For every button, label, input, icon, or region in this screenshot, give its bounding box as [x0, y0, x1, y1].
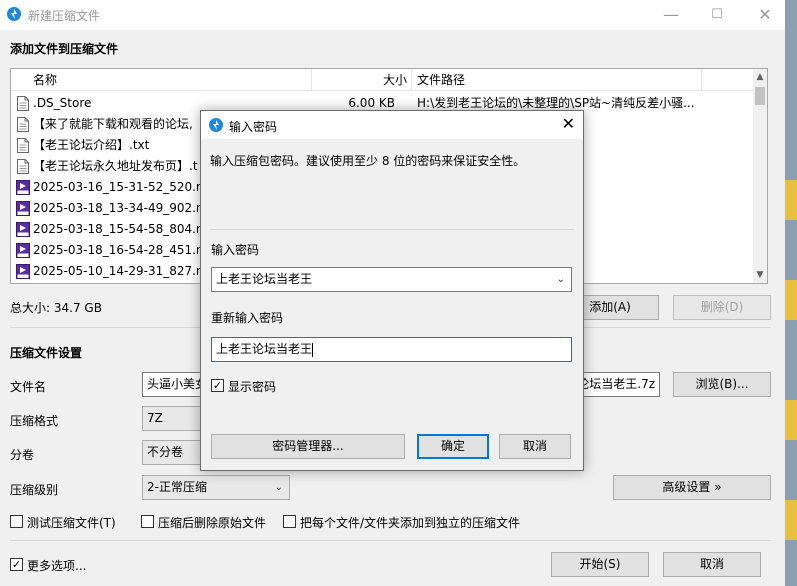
divider: [10, 540, 771, 541]
format-value: 7Z: [147, 411, 163, 425]
document-icon: [17, 138, 29, 153]
text-cursor: [312, 342, 314, 357]
dialog-title-bar: 输入密码 ✕: [201, 111, 583, 139]
scroll-up-icon[interactable]: ▲: [753, 69, 767, 85]
divider: [210, 229, 574, 230]
level-label: 压缩级别: [10, 483, 59, 497]
window-title: 新建压缩文件: [28, 9, 101, 23]
file-name: .DS_Store: [33, 96, 92, 110]
file-list-header: 名称 大小 文件路径: [11, 69, 755, 91]
level-value: 2-正常压缩: [147, 480, 207, 494]
file-name: 2025-03-18_13-34-49_902.mp: [33, 201, 216, 215]
column-path[interactable]: 文件路径: [417, 69, 465, 91]
more-options-checkbox[interactable]: ✓: [10, 558, 23, 571]
repeat-password-input[interactable]: 上老王论坛当老王: [211, 337, 572, 362]
settings-section-title: 压缩文件设置: [10, 346, 83, 360]
file-name: 2025-03-16_15-31-52_520.mp: [33, 180, 216, 194]
each-separate-label[interactable]: 把每个文件/文件夹添加到独立的压缩文件: [300, 514, 520, 531]
password-input[interactable]: 上老王论坛当老王 ⌄: [211, 267, 572, 292]
test-archive-checkbox[interactable]: [10, 515, 23, 528]
video-icon: [16, 264, 30, 279]
show-password-label[interactable]: 显示密码: [228, 378, 276, 395]
background-window-strip: [785, 0, 797, 586]
dialog-close-icon[interactable]: ✕: [562, 114, 575, 133]
ok-button[interactable]: 确定: [417, 434, 489, 459]
document-icon: [17, 159, 29, 174]
document-icon: [17, 96, 29, 111]
filename-label: 文件名: [10, 380, 47, 394]
show-password-checkbox[interactable]: ✓: [211, 379, 224, 392]
file-name: 【老王论坛永久地址发布页】.t: [33, 159, 198, 173]
file-name: 2025-05-10_14-29-31_827.mp: [33, 264, 216, 278]
dialog-info-text: 输入压缩包密码。建议使用至少 8 位的密码来保证安全性。: [210, 154, 526, 168]
delete-after-label[interactable]: 压缩后删除原始文件: [158, 514, 266, 531]
each-separate-checkbox[interactable]: [283, 515, 296, 528]
close-button[interactable]: ✕: [742, 0, 788, 30]
files-section-title: 添加文件到压缩文件: [10, 42, 119, 56]
video-icon: [16, 201, 30, 216]
cancel-button[interactable]: 取消: [663, 552, 761, 577]
split-value: 不分卷: [147, 445, 184, 459]
file-list-scrollbar[interactable]: ▲ ▼: [753, 69, 767, 283]
more-options-label[interactable]: 更多选项...: [27, 557, 86, 574]
file-name: 【来了就能下载和观看的论坛,: [33, 117, 193, 131]
app-icon: [7, 7, 21, 21]
video-icon: [16, 180, 30, 195]
filename-value: 头逼小美女: [147, 377, 208, 391]
file-name: 【老王论坛介绍】.txt: [33, 138, 150, 152]
level-select[interactable]: 2-正常压缩 ⌄: [142, 475, 290, 500]
dialog-info-panel: 输入压缩包密码。建议使用至少 8 位的密码来保证安全性。: [201, 139, 583, 211]
column-size[interactable]: 大小: [383, 69, 407, 91]
password-label: 输入密码: [211, 243, 260, 257]
dialog-title: 输入密码: [229, 120, 278, 134]
browse-button[interactable]: 浏览(B)...: [673, 372, 771, 397]
column-name[interactable]: 名称: [33, 69, 57, 91]
split-label: 分卷: [10, 448, 35, 462]
repeat-password-label: 重新输入密码: [211, 311, 284, 325]
title-bar: 新建压缩文件 — ☐ ✕: [0, 0, 797, 30]
delete-button[interactable]: 删除(D): [673, 295, 771, 320]
file-name: 2025-03-18_16-54-28_451.mp: [33, 243, 216, 257]
password-value: 上老王论坛当老王: [216, 272, 313, 286]
video-icon: [16, 243, 30, 258]
chevron-down-icon: ⌄: [274, 482, 283, 493]
dialog-cancel-button[interactable]: 取消: [499, 434, 571, 459]
delete-after-checkbox[interactable]: [141, 515, 154, 528]
scroll-thumb[interactable]: [755, 87, 765, 105]
video-icon: [16, 222, 30, 237]
app-icon: [209, 118, 223, 132]
total-size: 总大小: 34.7 GB: [10, 301, 102, 315]
format-label: 压缩格式: [10, 414, 59, 428]
maximize-button[interactable]: ☐: [694, 0, 740, 30]
filename-tail: 论坛当老王.7z: [577, 377, 655, 391]
file-name: 2025-03-18_15-54-58_804.mp: [33, 222, 216, 236]
scroll-down-icon[interactable]: ▼: [753, 267, 767, 283]
test-archive-label[interactable]: 测试压缩文件(T): [27, 514, 116, 531]
chevron-down-icon[interactable]: ⌄: [557, 268, 565, 291]
password-manager-button[interactable]: 密码管理器...: [211, 434, 405, 459]
minimize-button[interactable]: —: [648, 0, 694, 30]
document-icon: [17, 117, 29, 132]
password-dialog: 输入密码 ✕ 输入压缩包密码。建议使用至少 8 位的密码来保证安全性。 输入密码…: [200, 110, 584, 471]
advanced-settings-button[interactable]: 高级设置 »: [613, 475, 771, 500]
repeat-password-value: 上老王论坛当老王: [216, 342, 313, 356]
start-button[interactable]: 开始(S): [551, 552, 649, 577]
